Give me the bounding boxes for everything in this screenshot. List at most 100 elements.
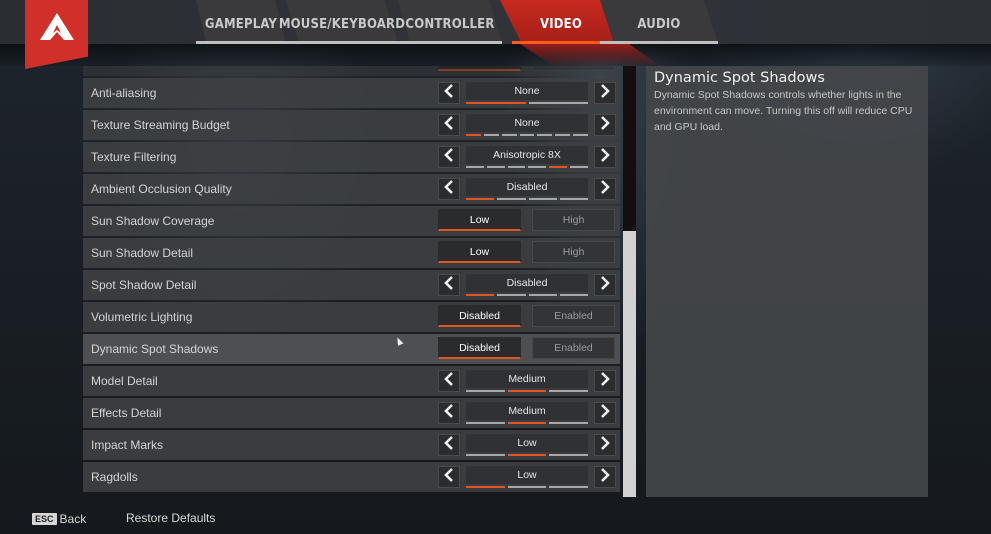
chevron-right-icon (600, 115, 610, 135)
scrollbar-thumb[interactable] (623, 231, 636, 497)
next-option-button[interactable] (594, 178, 616, 200)
setting-label: Model Detail (91, 374, 158, 388)
next-option-button[interactable] (594, 114, 616, 136)
next-option-button[interactable] (594, 274, 616, 296)
previous-option-button[interactable] (438, 178, 460, 200)
option-segment (528, 294, 557, 296)
apex-logo-icon (39, 13, 74, 40)
option-value: Low (466, 434, 588, 452)
previous-option-button[interactable] (438, 402, 460, 424)
toggle-option-high[interactable]: High (532, 241, 615, 263)
option-segments (466, 294, 588, 296)
tab-audio[interactable]: AUDIO (600, 0, 718, 44)
option-segment (559, 294, 588, 296)
chevron-left-icon (444, 435, 454, 455)
setting-label: Ambient Occlusion Quality (91, 182, 232, 196)
option-value: Disabled (466, 274, 588, 292)
toggle-option-high[interactable]: High (532, 209, 615, 231)
previous-option-button[interactable] (438, 146, 460, 168)
option-segment (537, 134, 553, 136)
toggle-option-low[interactable]: Low (438, 209, 521, 231)
description-panel: Dynamic Spot Shadows Dynamic Spot Shadow… (646, 66, 928, 497)
option-segment (555, 134, 571, 136)
tab-mouse-keyboard[interactable]: MOUSE/KEYBOARD (279, 0, 405, 44)
setting-row-impact-marks[interactable]: Impact Marks Low (83, 430, 620, 460)
option-toggle: Disabled Enabled (438, 337, 616, 361)
setting-row-sun-shadow-coverage[interactable]: Sun Shadow Coverage Low High (83, 206, 620, 236)
option-segments (466, 390, 589, 392)
option-cycler: Medium (438, 400, 616, 426)
previous-option-button[interactable] (438, 434, 460, 456)
chevron-right-icon (600, 179, 610, 199)
option-segment (507, 422, 547, 424)
option-segments (466, 102, 588, 104)
toggle-option-hidden-setting[interactable] (532, 66, 615, 71)
chevron-left-icon (444, 275, 454, 295)
option-segment (483, 134, 499, 136)
option-segment (549, 422, 589, 424)
next-option-button[interactable] (594, 82, 616, 104)
next-option-button[interactable] (594, 434, 616, 456)
chevron-right-icon (600, 275, 610, 295)
option-toggle: Low High (438, 209, 616, 233)
tab-gameplay[interactable]: GAMEPLAY (196, 0, 286, 44)
option-segment (528, 166, 547, 168)
option-segment (486, 166, 505, 168)
tab-controller[interactable]: CONTROLLER (398, 0, 502, 44)
option-cycler: Disabled (438, 272, 616, 298)
setting-row-hidden-setting[interactable] (83, 66, 620, 76)
back-button[interactable]: ESC Back (32, 511, 86, 527)
toggle-option-low[interactable]: Low (438, 241, 521, 263)
chevron-left-icon (444, 467, 454, 487)
next-option-button[interactable] (594, 146, 616, 168)
toggle-option-hidden-setting[interactable] (438, 66, 521, 71)
setting-row-texture-filtering[interactable]: Texture Filtering Anisotropic 8X (83, 142, 620, 172)
setting-label: Texture Filtering (91, 150, 177, 164)
option-segment (528, 102, 588, 104)
chevron-right-icon (600, 435, 610, 455)
chevron-right-icon (600, 147, 610, 167)
option-cycler: None (438, 80, 616, 106)
option-segment (497, 198, 526, 200)
setting-row-effects-detail[interactable]: Effects Detail Medium (83, 398, 620, 428)
top-bar-shade (0, 44, 991, 66)
setting-label: Sun Shadow Coverage (91, 214, 215, 228)
setting-label: Spot Shadow Detail (91, 278, 197, 292)
chevron-left-icon (444, 115, 454, 135)
option-segment (559, 198, 588, 200)
option-value: Disabled (466, 178, 588, 196)
option-segment (466, 486, 505, 488)
option-cycler: Low (438, 432, 616, 458)
next-option-button[interactable] (594, 466, 616, 488)
next-option-button[interactable] (594, 370, 616, 392)
option-cycler: Low (438, 464, 616, 490)
setting-row-volumetric-lighting[interactable]: Volumetric Lighting Disabled Enabled (83, 302, 620, 332)
setting-row-sun-shadow-detail[interactable]: Sun Shadow Detail Low High (83, 238, 620, 268)
chevron-right-icon (600, 467, 610, 487)
previous-option-button[interactable] (438, 370, 460, 392)
previous-option-button[interactable] (438, 82, 460, 104)
setting-row-ambient-occlusion-quality[interactable]: Ambient Occlusion Quality Disabled (83, 174, 620, 204)
setting-row-ragdolls[interactable]: Ragdolls Low (83, 462, 620, 492)
option-value: None (466, 82, 588, 100)
previous-option-button[interactable] (438, 274, 460, 296)
setting-row-spot-shadow-detail[interactable]: Spot Shadow Detail Disabled (83, 270, 620, 300)
setting-label: Volumetric Lighting (91, 310, 193, 324)
restore-defaults-button[interactable]: Restore Defaults (126, 511, 215, 525)
option-segment (549, 454, 589, 456)
toggle-option-disabled[interactable]: Disabled (438, 305, 521, 327)
setting-row-model-detail[interactable]: Model Detail Medium (83, 366, 620, 396)
option-segment (573, 134, 589, 136)
next-option-button[interactable] (594, 402, 616, 424)
option-segments (466, 166, 588, 168)
toggle-option-enabled[interactable]: Enabled (532, 337, 615, 359)
setting-row-texture-streaming-budget[interactable]: Texture Streaming Budget None (83, 110, 620, 140)
chevron-left-icon (444, 83, 454, 103)
previous-option-button[interactable] (438, 114, 460, 136)
previous-option-button[interactable] (438, 466, 460, 488)
toggle-option-disabled[interactable]: Disabled (438, 337, 521, 359)
chevron-left-icon (444, 147, 454, 167)
setting-row-dynamic-spot-shadows[interactable]: Dynamic Spot Shadows Disabled Enabled (83, 334, 620, 364)
toggle-option-enabled[interactable]: Enabled (532, 305, 615, 327)
setting-row-anti-aliasing[interactable]: Anti-aliasing None (83, 78, 620, 108)
